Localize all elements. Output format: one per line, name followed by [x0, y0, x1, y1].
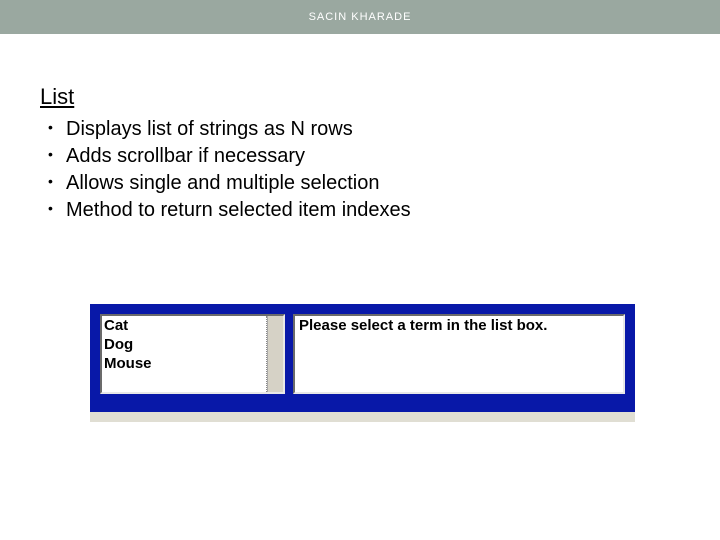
slide-content: List Displays list of strings as N rows …: [0, 34, 720, 422]
example-widget: Cat Dog Mouse Please select a term in th…: [90, 304, 680, 422]
list-item[interactable]: Mouse: [104, 355, 281, 374]
slide-heading: List: [40, 84, 680, 110]
list-box[interactable]: Cat Dog Mouse: [100, 314, 285, 394]
bullet-item: Displays list of strings as N rows: [66, 116, 680, 143]
scrollbar[interactable]: [267, 316, 283, 392]
bullet-item: Allows single and multiple selection: [66, 170, 680, 197]
message-box: Please select a term in the list box.: [293, 314, 625, 394]
message-text: Please select a term in the list box.: [299, 317, 547, 334]
bullet-item: Adds scrollbar if necessary: [66, 143, 680, 170]
bullet-list: Displays list of strings as N rows Adds …: [40, 116, 680, 224]
header-author: SACIN KHARADE: [309, 11, 412, 23]
panel-bottom-strip: [90, 412, 635, 422]
list-item[interactable]: Cat: [104, 317, 281, 336]
bullet-item: Method to return selected item indexes: [66, 197, 680, 224]
list-item[interactable]: Dog: [104, 336, 281, 355]
header-bar: SACIN KHARADE: [0, 0, 720, 34]
applet-panel: Cat Dog Mouse Please select a term in th…: [90, 304, 635, 414]
list-items-container: Cat Dog Mouse: [102, 316, 283, 374]
